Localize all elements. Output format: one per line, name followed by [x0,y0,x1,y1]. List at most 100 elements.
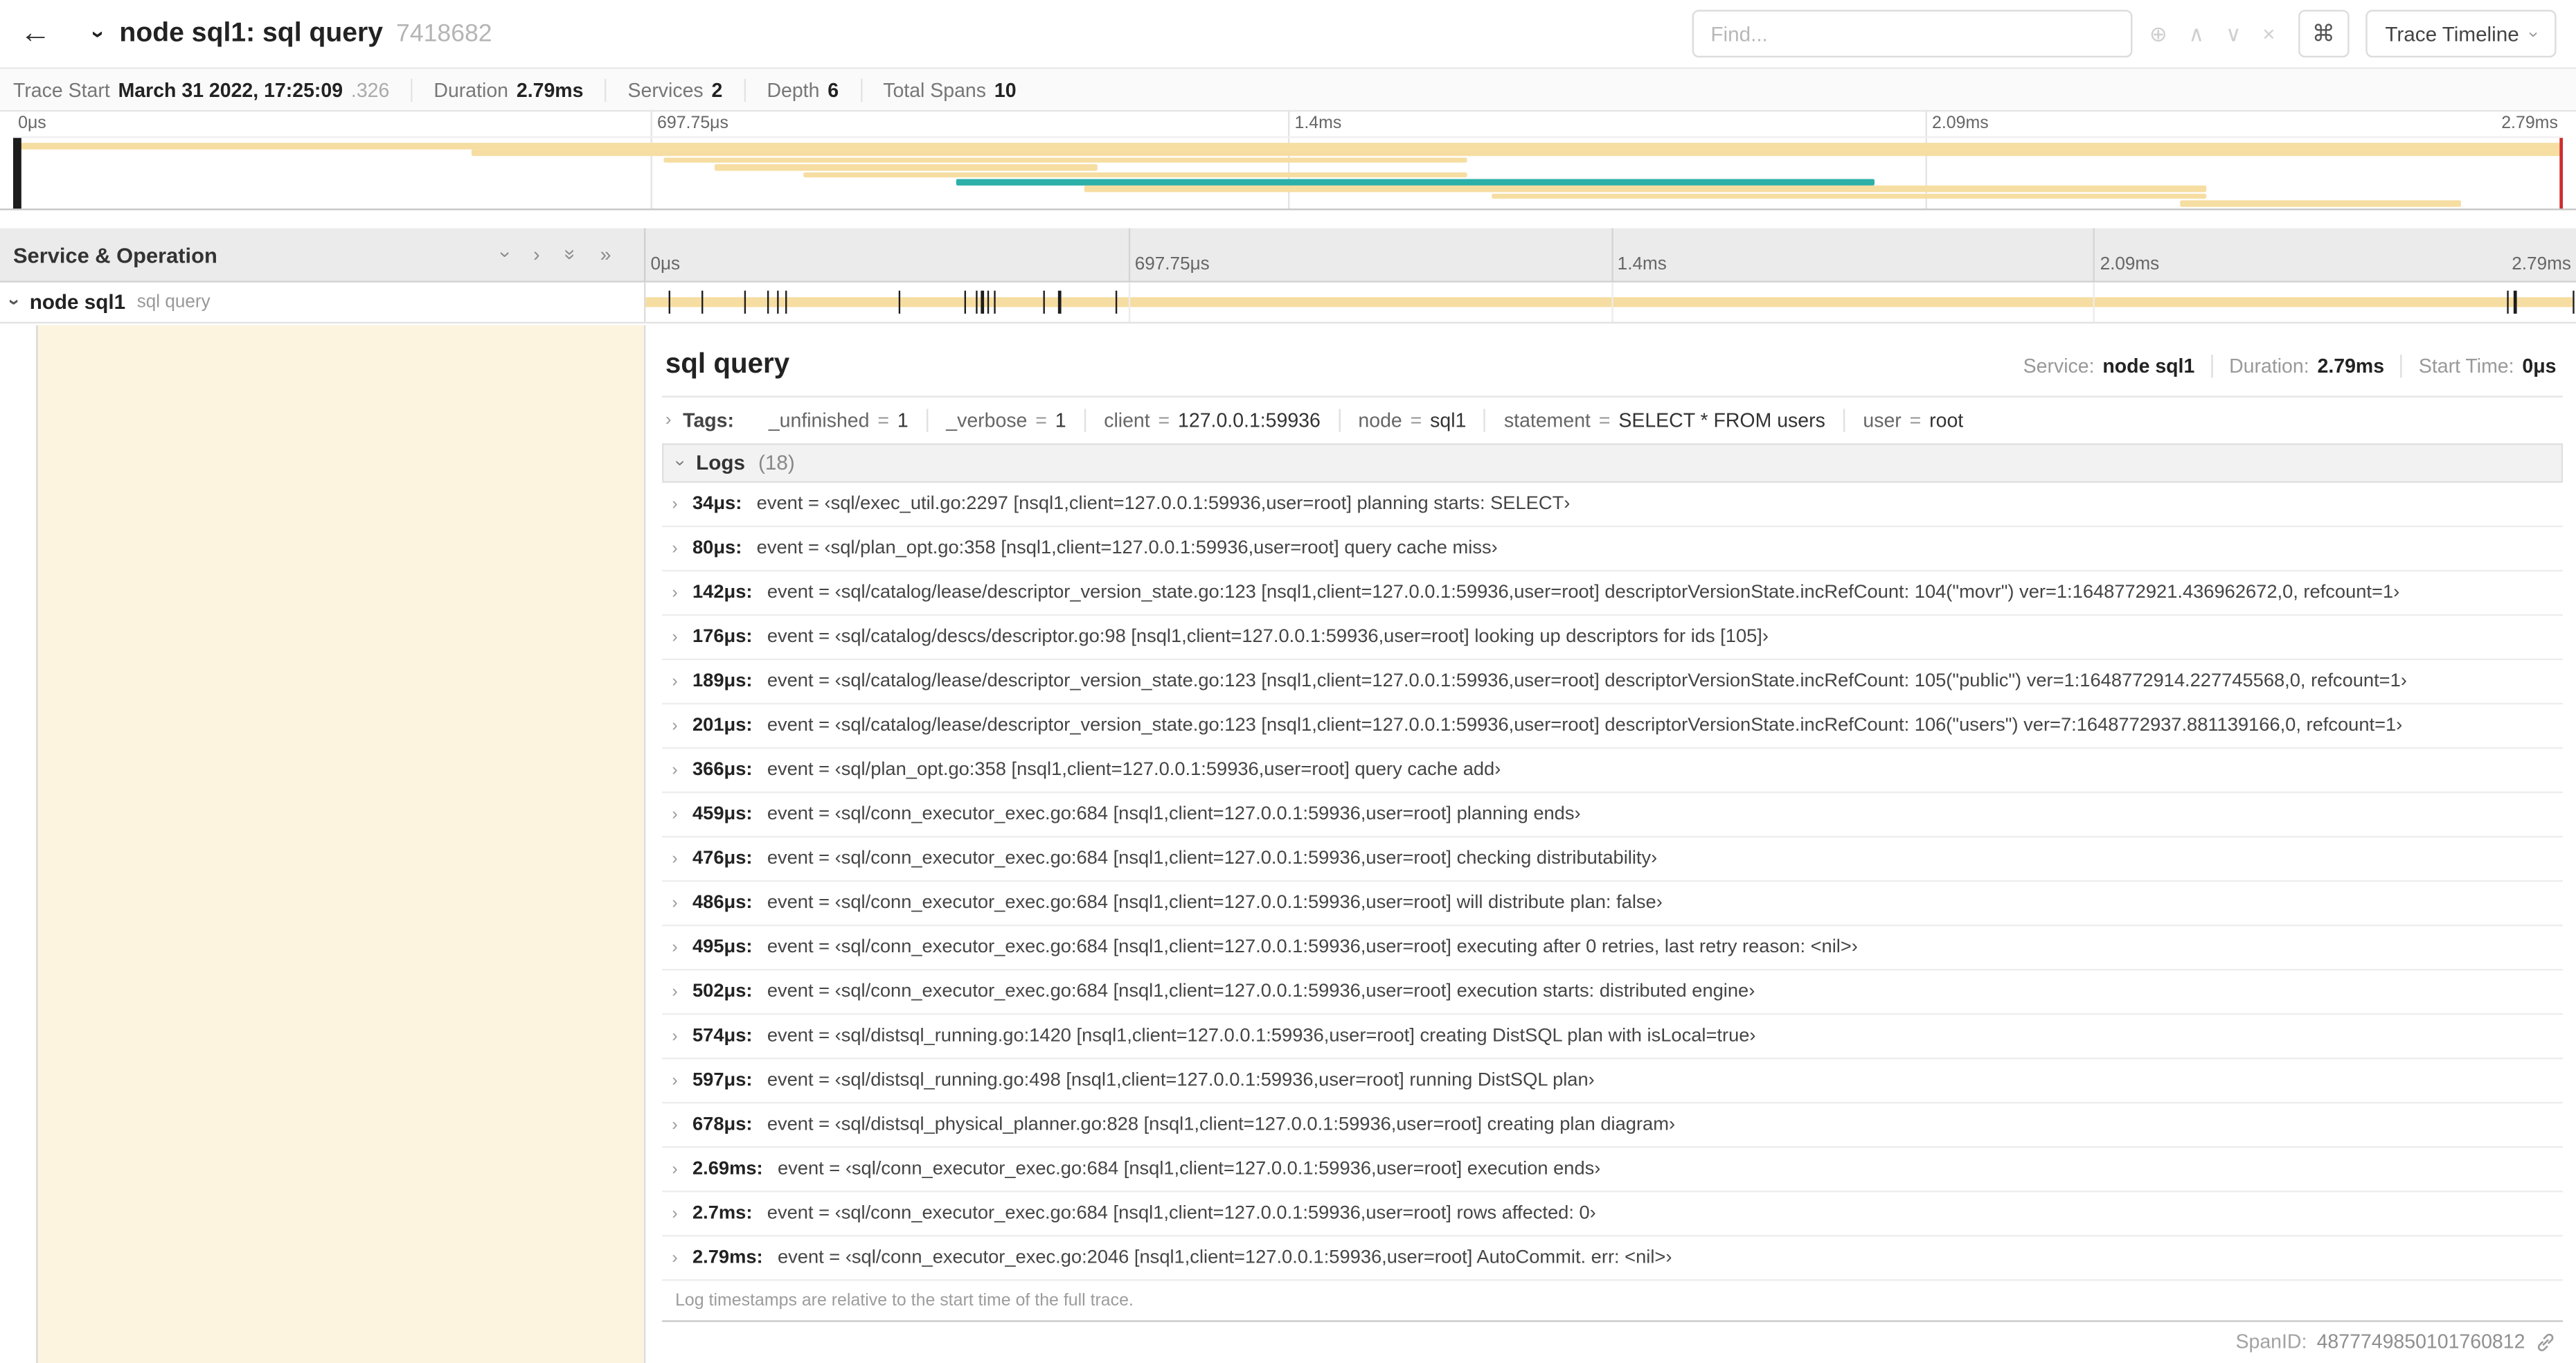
equals-sign: = [1035,409,1047,432]
equals-sign: = [1909,409,1922,432]
log-entry[interactable]: › 366μs: event = ‹sql/plan_opt.go:358 [nsq… [662,749,2564,794]
log-entry[interactable]: › 476μs: event = ‹sql/conn_executor_exec.g… [662,837,2564,882]
minimap-left-scrubber[interactable] [12,138,21,211]
span-detail-header: sql query Service: node sql1 Duration: 2.79… [662,335,2564,398]
span-detail-area: sql query Service: node sql1 Duration: 2.79… [645,325,2576,1363]
log-entry[interactable]: › 597μs: event = ‹sql/distsql_running.go:4… [662,1059,2564,1104]
axis-tick-label: 2.79ms [2501,113,2558,134]
summary-value: 2 [711,78,723,101]
timeline-header: Service & Operation › › » » 0μs 697.75μs 1… [0,228,2576,283]
tag-item: _unfinished = 1 [751,409,927,431]
axis-tick-label: 2.09ms [1932,113,1989,134]
summary-value: 2.79ms [516,78,584,101]
trace-summary-item: Depth 6 [744,78,860,101]
service-operation-header: Service & Operation › › » » [0,228,646,281]
log-expand-icon: › [672,848,678,868]
tag-value: SELECT * FROM users [1618,409,1825,432]
span-row-name-cell[interactable]: › node sql1 sql query [0,282,646,322]
log-event-text: event = ‹sql/catalog/lease/descriptor_ve… [767,582,2400,603]
logs-list: › 34μs: event = ‹sql/exec_util.go:2297 [ns… [662,483,2564,1281]
log-entry[interactable]: › 176μs: event = ‹sql/catalog/descs/descri… [662,616,2564,661]
chevron-down-icon: › [2523,30,2543,37]
log-expand-icon: › [672,670,678,691]
log-timestamp: 176μs: [692,626,753,647]
span-duration-bar[interactable] [645,297,2573,308]
log-entry[interactable]: › 80μs: event = ‹sql/plan_opt.go:358 [nsql… [662,527,2564,572]
back-button[interactable]: ← [19,8,75,60]
next-result-icon[interactable]: ∨ [2226,21,2242,47]
log-entry[interactable]: › 2.69ms: event = ‹sql/conn_executor_exec.… [662,1148,2564,1193]
log-timestamp: 495μs: [692,936,753,957]
page-title: node sql1: sql query [119,18,384,48]
log-entry[interactable]: › 459μs: event = ‹sql/conn_executor_exec.g… [662,793,2564,838]
tag-key: _unfinished [768,409,870,432]
tags-row[interactable]: › Tags: _unfinished = 1 _verbose = 1 client = 12… [662,398,2563,443]
log-entry[interactable]: › 486μs: event = ‹sql/conn_executor_exec.g… [662,882,2564,927]
meta-value: 2.79ms [2317,355,2385,378]
minimap-canvas[interactable] [12,136,2564,211]
equals-sign: = [1598,409,1611,432]
log-entry[interactable]: › 495μs: event = ‹sql/conn_executor_exec.g… [662,926,2564,971]
tag-key: node [1358,409,1402,432]
log-timestamp: 476μs: [692,848,753,868]
prev-result-icon[interactable]: ∧ [2189,21,2205,47]
log-timestamp: 2.79ms: [692,1247,763,1267]
logs-count: (18) [758,452,795,475]
span-detail-title: sql query [665,348,790,380]
log-expand-icon: › [672,1247,678,1267]
log-timestamp: 2.69ms: [692,1158,763,1179]
minimap-span-bar [1492,193,2206,199]
log-marker-tick [2572,290,2575,314]
logs-header[interactable]: › Logs (18) [662,443,2564,483]
log-event-text: event = ‹sql/distsql_physical_planner.go… [767,1114,1676,1134]
log-event-text: event = ‹sql/catalog/lease/descriptor_ve… [767,715,2403,736]
trace-collapse-chevron-icon[interactable]: › [86,30,112,37]
minimap-right-scrubber[interactable] [2559,138,2564,211]
log-marker-tick [976,290,978,314]
axis-tick-label: 1.4ms [1294,113,1342,134]
copy-link-icon[interactable] [2535,1331,2557,1353]
log-entry[interactable]: › 201μs: event = ‹sql/catalog/lease/descri… [662,704,2564,749]
meta-label: Duration: [2229,355,2309,378]
log-entry[interactable]: › 502μs: event = ‹sql/conn_executor_exec.g… [662,970,2564,1015]
collapse-all-icon[interactable]: » [559,249,582,260]
tag-item: client = 127.0.0.1:59936 [1084,409,1339,432]
log-entry[interactable]: › 189μs: event = ‹sql/catalog/lease/descri… [662,660,2564,705]
log-entry[interactable]: › 34μs: event = ‹sql/exec_util.go:2297 [ns… [662,483,2564,528]
log-entry[interactable]: › 142μs: event = ‹sql/catalog/lease/descri… [662,571,2564,616]
expand-all-icon[interactable]: » [600,243,611,266]
trace-view-selector-button[interactable]: Trace Timeline › [2365,10,2557,57]
collapse-one-icon[interactable]: › [494,251,517,258]
summary-label: Duration [433,78,509,101]
keyboard-shortcuts-button[interactable]: ⌘ [2298,10,2350,57]
log-entry[interactable]: › 2.79ms: event = ‹sql/conn_executor_exec.… [662,1236,2564,1281]
log-marker-tick [981,290,984,314]
locate-icon[interactable]: ⊕ [2149,21,2167,47]
log-event-text: event = ‹sql/conn_executor_exec.go:684 [… [767,936,1858,957]
log-event-text: event = ‹sql/conn_executor_exec.go:2046 … [777,1247,1672,1267]
log-event-text: event = ‹sql/conn_executor_exec.go:684 [… [767,981,1755,1001]
log-event-text: event = ‹sql/catalog/descs/descriptor.go… [767,626,1769,647]
log-entry[interactable]: › 678μs: event = ‹sql/distsql_physical_pla… [662,1103,2564,1148]
log-expand-icon: › [672,626,678,647]
find-input[interactable] [1692,10,2134,57]
minimap-span-bar [472,150,2563,157]
span-id-row: SpanID: 4877749850101760812 [2235,1330,2556,1353]
equals-sign: = [1410,409,1422,432]
timeline-ruler[interactable]: 0μs 697.75μs 1.4ms 2.09ms 2.79ms [645,228,2576,281]
log-expand-icon: › [672,1202,678,1223]
log-timestamp: 189μs: [692,670,753,691]
log-marker-tick [993,290,995,314]
collapse-controls: › › » » [494,243,611,266]
back-arrow-icon: ← [19,15,51,51]
log-marker-tick [2514,290,2516,314]
expand-one-icon[interactable]: › [533,243,539,266]
log-entry[interactable]: › 2.7ms: event = ‹sql/conn_executor_exec.g… [662,1192,2564,1237]
minimap-span-bar [12,143,2564,149]
log-timestamp: 574μs: [692,1025,753,1046]
span-timeline-cell[interactable] [645,282,2576,322]
axis-tick-label: 1.4ms [1617,254,1667,274]
clear-search-icon[interactable]: × [2262,21,2275,46]
log-entry[interactable]: › 574μs: event = ‹sql/distsql_running.go:1… [662,1015,2564,1060]
log-expand-icon: › [672,803,678,824]
